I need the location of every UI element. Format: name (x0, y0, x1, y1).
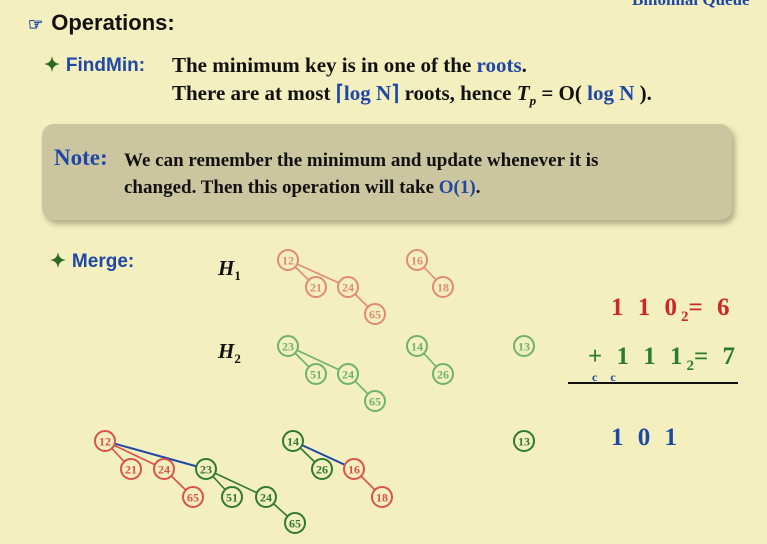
h2-node-23-label: 23 (282, 340, 294, 354)
result-node-13-label: 13 (518, 435, 530, 449)
result-node-21-label: 21 (125, 463, 137, 477)
sum-rule (568, 382, 738, 384)
h1-node-21-label: 21 (310, 281, 322, 295)
sum-result: 1 0 1 (611, 424, 681, 451)
h1-node-24-label: 24 (342, 281, 354, 295)
binomial-trees-diagram: 1221 246516182351 24651426131221 24 2365 51 24… (94, 249, 535, 534)
h2-node-51-label: 51 (310, 368, 322, 382)
row2-eq: = 7 (694, 343, 739, 370)
h2-node-26-label: 26 (437, 368, 449, 382)
row2-sub: 2 (686, 358, 695, 374)
result-node-24b-label: 24 (260, 491, 272, 505)
row1-eq: = 6 (688, 294, 734, 321)
result-node-12-label: 12 (99, 435, 111, 449)
result-node-24-label: 24 (158, 463, 170, 477)
h2-node-24-label: 24 (342, 368, 354, 382)
row1-digits: 1 1 0 (611, 294, 681, 321)
h2-node-13-label: 13 (518, 340, 530, 354)
h1-node-12-label: 12 (282, 254, 294, 268)
row1-sub: 2 (681, 309, 689, 325)
h2-node-65-label: 65 (369, 395, 381, 409)
h1-node-65-label: 65 (369, 308, 381, 322)
result-node-18-label: 18 (376, 491, 388, 505)
result-node-23-label: 23 (200, 463, 212, 477)
h2-node-14-label: 14 (411, 340, 423, 354)
result-node-14-label: 14 (287, 435, 299, 449)
result-node-65-label: 65 (187, 491, 199, 505)
result-node-26-label: 26 (316, 463, 328, 477)
result-node-51-label: 51 (226, 491, 238, 505)
result-node-16-label: 16 (348, 463, 360, 477)
h1-node-16-label: 16 (411, 254, 423, 268)
sum-row1: 1 1 02= 6 (611, 294, 734, 326)
result-node-65b-label: 65 (289, 517, 301, 531)
row2-digits: + 1 1 1 (588, 343, 687, 370)
h1-node-18-label: 18 (437, 281, 449, 295)
